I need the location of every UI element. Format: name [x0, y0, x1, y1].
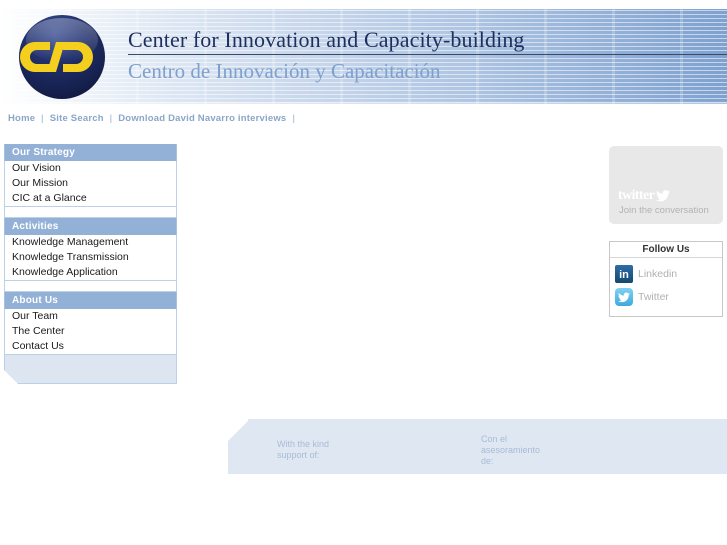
sidebar-item-our-team[interactable]: Our Team: [4, 309, 177, 324]
sidebar-header-activities: Activities: [4, 218, 177, 235]
follow-us-title: Follow Us: [610, 242, 722, 258]
site-title-en: Center for Innovation and Capacity-build…: [128, 27, 525, 52]
sidebar-item-our-vision[interactable]: Our Vision: [4, 161, 177, 176]
footer-content: With the kind support of: performBI: [0, 419, 727, 474]
twitter-wordmark-group: twitter: [618, 188, 671, 203]
header-top-fade: [0, 0, 727, 9]
footer-advice-label: Con el asesoramiento de:: [481, 434, 541, 466]
follow-link-twitter[interactable]: Twitter: [615, 287, 722, 307]
nav-bottom-rule: [0, 133, 727, 134]
nav-item-home[interactable]: Home: [8, 113, 35, 124]
cic-logo[interactable]: [16, 14, 108, 100]
linkedin-icon: in: [615, 265, 633, 283]
twitter-promo-widget[interactable]: twitter Join the conversation: [609, 146, 723, 224]
sidebar-header-about-us: About Us: [4, 292, 177, 309]
site-footer: With the kind support of: performBI: [0, 419, 727, 474]
nav-separator: |: [109, 113, 113, 124]
nav-separator: |: [41, 113, 44, 124]
cic-logo-icon: [19, 15, 105, 99]
top-navigation: Home | Site Search | Download David Nava…: [0, 112, 727, 130]
footer-support-label: With the kind support of:: [277, 439, 330, 460]
sidebar-block-about-us: About Us Our Team The Center Contact Us: [4, 292, 177, 354]
sidebar-block-our-strategy: Our Strategy Our Vision Our Mission CIC …: [4, 144, 177, 218]
sidebar-item-knowledge-transmission[interactable]: Knowledge Transmission: [4, 250, 177, 265]
page-root: Center for Innovation and Capacity-build…: [0, 0, 727, 545]
nav-separator: |: [292, 113, 296, 124]
right-sidebar: twitter Join the conversation Follow Us …: [609, 146, 723, 317]
main-content-area: [185, 144, 600, 394]
follow-link-linkedin[interactable]: in Linkedin: [615, 264, 722, 284]
left-sidebar: Our Strategy Our Vision Our Mission CIC …: [4, 144, 177, 384]
follow-us-links: in Linkedin Twitter: [610, 258, 722, 316]
sidebar-item-cic-at-a-glance[interactable]: CIC at a Glance: [4, 191, 177, 206]
sidebar-item-our-mission[interactable]: Our Mission: [4, 176, 177, 191]
sidebar-spacer: [4, 206, 177, 218]
site-header: Center for Innovation and Capacity-build…: [0, 0, 727, 110]
top-nav-list: Home | Site Search | Download David Nava…: [8, 113, 298, 124]
sidebar-header-our-strategy: Our Strategy: [4, 144, 177, 161]
site-title-es: Centro de Innovación y Capacitación: [128, 59, 441, 83]
nav-item-site-search[interactable]: Site Search: [50, 113, 104, 124]
title-divider: [128, 54, 727, 55]
twitter-bird-icon: [618, 291, 630, 302]
sidebar-footer-panel: [4, 354, 177, 384]
twitter-promo-caption: Join the conversation: [619, 205, 709, 216]
header-bottom-fade: [0, 101, 727, 110]
footer-bottom-rule: [0, 474, 727, 475]
sidebar-item-knowledge-management[interactable]: Knowledge Management: [4, 235, 177, 250]
follow-link-linkedin-label: Linkedin: [638, 268, 678, 280]
twitter-wordmark: twitter: [618, 188, 655, 203]
sidebar-item-the-center[interactable]: The Center: [4, 324, 177, 339]
nav-item-download-interviews[interactable]: Download David Navarro interviews: [118, 113, 286, 124]
site-titles: Center for Innovation and Capacity-build…: [128, 26, 727, 85]
sidebar-item-contact-us[interactable]: Contact Us: [4, 339, 177, 354]
twitter-icon: [615, 288, 633, 306]
follow-link-twitter-label: Twitter: [638, 291, 669, 303]
sidebar-corner-cut: [4, 370, 18, 384]
sidebar-block-activities: Activities Knowledge Management Knowledg…: [4, 218, 177, 292]
twitter-bird-icon: [656, 190, 671, 202]
sidebar-item-knowledge-application[interactable]: Knowledge Application: [4, 265, 177, 280]
sidebar-spacer: [4, 280, 177, 292]
follow-us-box: Follow Us in Linkedin Twitter: [609, 241, 723, 317]
